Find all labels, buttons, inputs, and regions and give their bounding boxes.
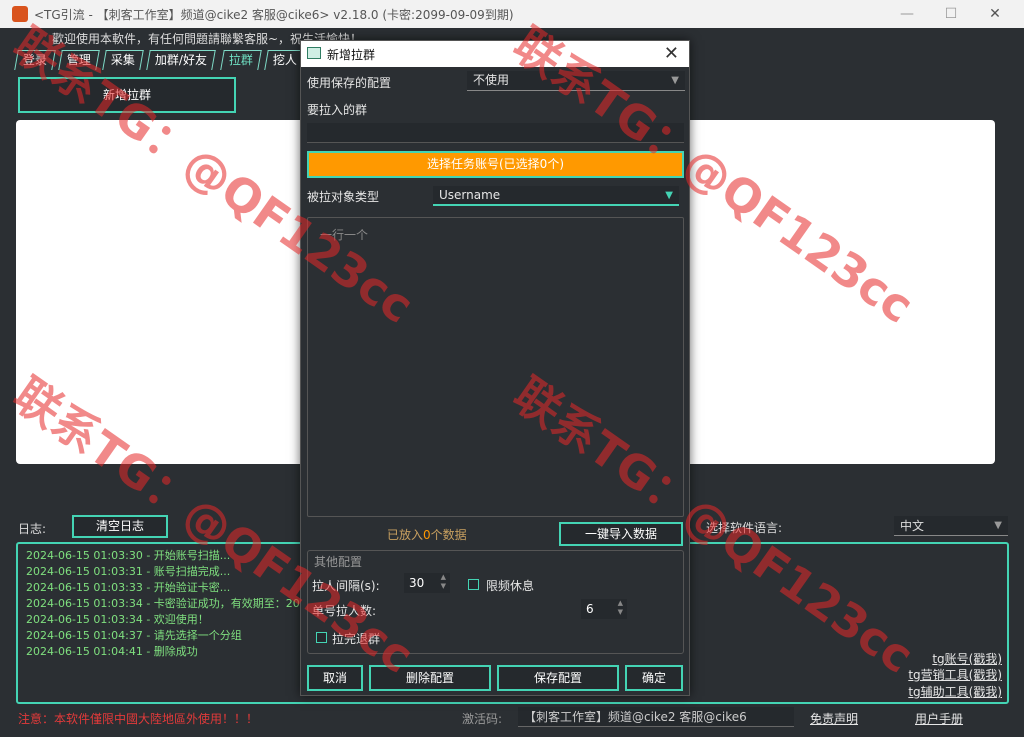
language-select[interactable]: 中文 ▼ xyxy=(894,516,1008,536)
add-pull-group-button[interactable]: 新增拉群 xyxy=(18,77,236,113)
target-group-input[interactable] xyxy=(307,123,684,143)
other-config-label: 其他配置 xyxy=(314,555,363,569)
other-config-group: 其他配置 拉人间隔(s): 30 ▲ ▼ 限频休息 单号拉人数: 6 ▲ ▼ 拉完退群 xyxy=(307,550,684,654)
dialog-close-button[interactable]: ✕ xyxy=(664,43,679,64)
target-type-select[interactable]: Username ▼ xyxy=(433,186,679,206)
target-list-textarea[interactable]: 一行一个 xyxy=(307,217,684,517)
target-group-label: 要拉入的群 xyxy=(307,103,368,117)
chevron-down-icon: ▼ xyxy=(665,190,673,201)
leave-after-checkbox[interactable] xyxy=(316,632,327,643)
log-line: 2024-06-15 01:04:41 - 删除成功 xyxy=(26,645,198,658)
dialog-title: 新增拉群 xyxy=(327,48,376,62)
interval-spinbox[interactable]: 30 ▲ ▼ xyxy=(404,573,450,593)
select-accounts-button[interactable]: 选择任务账号(已选择0个) xyxy=(307,151,684,178)
rate-limit-rest-label: 限频休息 xyxy=(486,579,535,593)
log-line: 2024-06-15 01:03:30 - 开始账号扫描... xyxy=(26,549,231,562)
saved-config-select[interactable]: 不使用 ▼ xyxy=(467,71,685,91)
per-account-label: 单号拉人数: xyxy=(312,604,377,618)
disclaimer-link[interactable]: 免责声明 xyxy=(810,710,858,727)
clear-log-button[interactable]: 清空日志 xyxy=(72,515,168,538)
dialog-window-icon xyxy=(307,47,321,59)
loaded-count: 已放入0个数据 xyxy=(387,528,467,542)
chevron-down-icon: ▼ xyxy=(671,75,679,86)
save-config-button[interactable]: 保存配置 xyxy=(497,665,619,691)
tab-collect[interactable]: 采集 xyxy=(102,50,144,70)
cancel-button[interactable]: 取消 xyxy=(307,665,363,691)
title-bar: <TG引流 - 【刺客工作室】频道@cike2 客服@cike6> v2.18.… xyxy=(0,0,1024,28)
language-label: 选择软件语言: xyxy=(706,521,783,535)
maximize-button[interactable]: ☐ xyxy=(936,4,966,24)
spin-arrows-icon[interactable]: ▲ ▼ xyxy=(618,599,623,617)
tab-join-group[interactable]: 加群/好友 xyxy=(146,50,216,70)
add-pull-group-dialog: 新增拉群 ✕ 使用保存的配置 不使用 ▼ 要拉入的群 选择任务账号(已选择0个) … xyxy=(300,40,690,696)
minimize-button[interactable]: — xyxy=(892,4,922,24)
tg-tools-link[interactable]: tg辅助工具(戳我) xyxy=(908,683,1002,700)
textarea-placeholder: 一行一个 xyxy=(320,228,369,242)
ok-button[interactable]: 确定 xyxy=(625,665,683,691)
leave-after-label: 拉完退群 xyxy=(332,632,381,646)
log-line: 2024-06-15 01:03:34 - 卡密验证成功，有效期至：2099- xyxy=(26,597,318,610)
log-line: 2024-06-15 01:03:31 - 账号扫描完成... xyxy=(26,565,231,578)
log-line: 2024-06-15 01:03:33 - 开始验证卡密... xyxy=(26,581,231,594)
chevron-down-icon: ▼ xyxy=(994,520,1002,531)
activation-label: 激活码: xyxy=(462,712,503,726)
import-data-button[interactable]: 一键导入数据 xyxy=(559,522,683,546)
interval-label: 拉人间隔(s): xyxy=(312,579,380,593)
log-line: 2024-06-15 01:03:34 - 欢迎使用！ xyxy=(26,613,209,626)
activation-code-field[interactable]: 【刺客工作室】频道@cike2 客服@cike6 xyxy=(518,707,794,727)
log-line: 2024-06-15 01:04:37 - 请先选择一个分组 xyxy=(26,629,242,642)
window-title: <TG引流 - 【刺客工作室】频道@cike2 客服@cike6> v2.18.… xyxy=(34,8,514,22)
saved-config-label: 使用保存的配置 xyxy=(307,76,392,90)
tab-login[interactable]: 登录 xyxy=(14,50,56,70)
delete-config-button[interactable]: 删除配置 xyxy=(369,665,491,691)
tab-pull-group[interactable]: 拉群 xyxy=(220,50,262,70)
spin-arrows-icon[interactable]: ▲ ▼ xyxy=(441,573,446,591)
tg-marketing-link[interactable]: tg营销工具(戳我) xyxy=(908,666,1002,683)
tg-account-link[interactable]: tg账号(戳我) xyxy=(932,650,1002,667)
user-manual-link[interactable]: 用户手册 xyxy=(915,710,963,727)
rate-limit-rest-checkbox[interactable] xyxy=(468,579,479,590)
tab-manage[interactable]: 管理 xyxy=(58,50,100,70)
region-notice: 注意：本软件僅限中國大陸地區外使用！！！ xyxy=(18,712,259,726)
close-window-button[interactable]: ✕ xyxy=(980,4,1010,24)
log-label: 日志: xyxy=(18,522,47,536)
per-account-spinbox[interactable]: 6 ▲ ▼ xyxy=(581,599,627,619)
app-logo-icon xyxy=(12,6,28,22)
target-type-label: 被拉对象类型 xyxy=(307,190,380,204)
dialog-title-bar: 新增拉群 ✕ xyxy=(301,41,689,67)
